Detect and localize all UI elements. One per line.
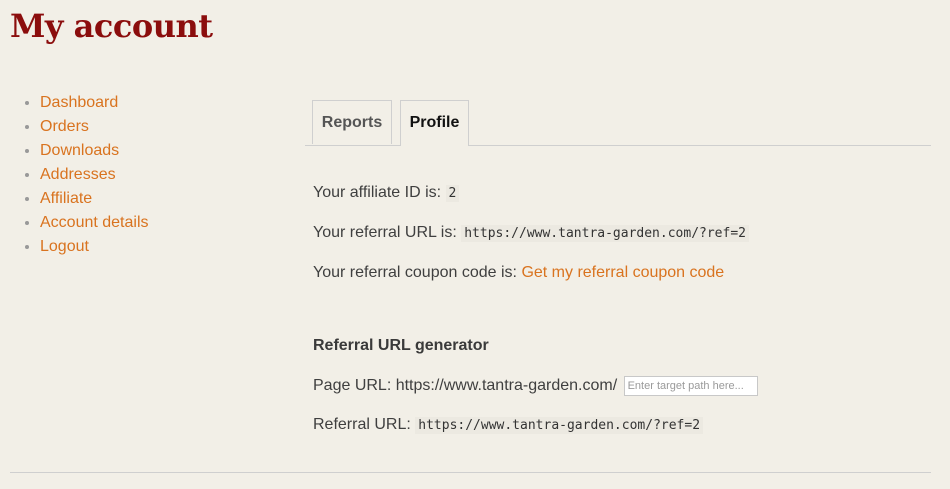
nav-link-downloads[interactable]: Downloads (40, 142, 119, 159)
account-page: My account Dashboard Orders Downloads Ad… (0, 0, 950, 489)
affiliate-id-row: Your affiliate ID is: 2 (313, 184, 460, 202)
nav-item-addresses: Addresses (40, 163, 149, 187)
referral-url-label: Your referral URL is: (313, 224, 457, 241)
footer-divider (10, 472, 931, 473)
nav-link-affiliate[interactable]: Affiliate (40, 190, 92, 207)
referral-coupon-row: Your referral coupon code is: Get my ref… (313, 264, 724, 282)
nav-link-addresses[interactable]: Addresses (40, 166, 116, 183)
nav-item-logout: Logout (40, 235, 149, 259)
generated-referral-url-label: Referral URL: (313, 416, 411, 433)
page-title: My account (10, 7, 213, 45)
nav-link-logout[interactable]: Logout (40, 238, 89, 255)
nav-item-orders: Orders (40, 115, 149, 139)
nav-link-account-details[interactable]: Account details (40, 214, 149, 231)
account-navigation: Dashboard Orders Downloads Addresses Aff… (0, 91, 149, 259)
get-coupon-link[interactable]: Get my referral coupon code (521, 264, 724, 281)
nav-link-orders[interactable]: Orders (40, 118, 89, 135)
nav-item-affiliate: Affiliate (40, 187, 149, 211)
nav-item-dashboard: Dashboard (40, 91, 149, 115)
referral-url-row: Your referral URL is: https://www.tantra… (313, 224, 749, 242)
generated-referral-url-row: Referral URL: https://www.tantra-garden.… (313, 416, 704, 434)
affiliate-id-label: Your affiliate ID is: (313, 184, 442, 201)
generated-referral-url-value: https://www.tantra-garden.com/?ref=2 (415, 417, 704, 434)
tab-reports[interactable]: Reports (312, 100, 392, 144)
page-url-label: Page URL: https://www.tantra-garden.com/ (313, 377, 618, 394)
nav-item-account-details: Account details (40, 211, 149, 235)
target-path-input[interactable] (623, 376, 758, 396)
page-url-row: Page URL: https://www.tantra-garden.com/ (313, 376, 758, 396)
affiliate-id-value: 2 (445, 185, 460, 202)
affiliate-tabs: Reports Profile (305, 100, 931, 146)
generator-title: Referral URL generator (313, 337, 489, 354)
nav-item-downloads: Downloads (40, 139, 149, 163)
referral-url-value: https://www.tantra-garden.com/?ref=2 (461, 225, 749, 242)
referral-coupon-label: Your referral coupon code is: (313, 264, 517, 281)
tab-profile[interactable]: Profile (400, 100, 469, 146)
nav-link-dashboard[interactable]: Dashboard (40, 94, 118, 111)
